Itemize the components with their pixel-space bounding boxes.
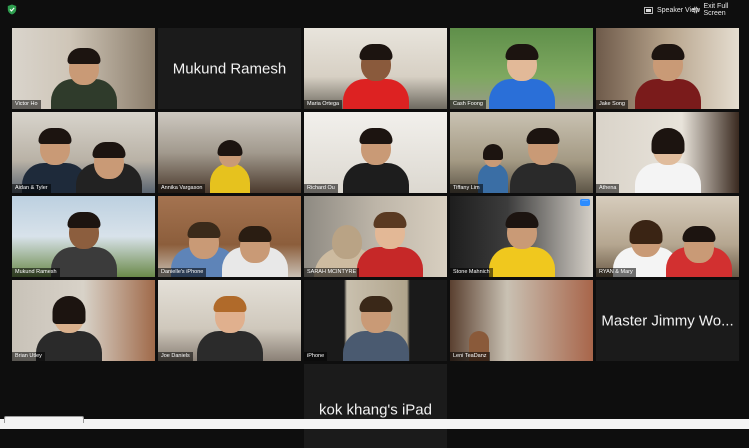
participant-video bbox=[74, 131, 144, 193]
participant-video bbox=[49, 47, 119, 109]
participant-tile[interactable]: Victor Ho bbox=[12, 28, 155, 109]
participant-video bbox=[195, 296, 265, 361]
participant-tile-active-speaker[interactable]: Tiffany Lim bbox=[450, 112, 593, 193]
bottom-bar bbox=[0, 419, 749, 429]
participant-name: Annika Vargason bbox=[158, 184, 206, 193]
bottom-tab[interactable] bbox=[4, 416, 84, 423]
participant-tile[interactable]: Mukund Ramesh bbox=[12, 196, 155, 277]
participant-name: kok khang's iPad bbox=[319, 401, 432, 419]
participant-video bbox=[341, 44, 411, 109]
participant-name: Jake Song bbox=[596, 100, 628, 109]
exit-full-screen-label: Exit Full Screen bbox=[703, 3, 729, 17]
participant-name: Tiffany Lim bbox=[450, 184, 483, 193]
participant-name: Joe Daniels bbox=[158, 352, 193, 361]
participant-video bbox=[341, 128, 411, 193]
participant-tile[interactable]: Cash Foong bbox=[450, 28, 593, 109]
participant-name: Richard Ou bbox=[304, 184, 338, 193]
participant-name: iPhone bbox=[304, 352, 328, 361]
more-options-icon[interactable]: ··· bbox=[580, 198, 590, 206]
participant-name: Stone Mahnich bbox=[450, 268, 493, 277]
participant-name: Maria Ortega bbox=[304, 100, 343, 109]
participant-name: Mukund Ramesh bbox=[172, 60, 287, 77]
participant-name: Danielle's iPhone bbox=[158, 268, 207, 277]
participant-tile-no-video[interactable]: Mukund Ramesh bbox=[158, 28, 301, 109]
participant-name: Cash Foong bbox=[450, 100, 486, 109]
speaker-view-icon bbox=[644, 6, 653, 14]
participant-name: SARAH MCINTYRE bbox=[304, 268, 360, 277]
participant-video bbox=[205, 131, 255, 193]
participant-video bbox=[633, 128, 703, 193]
participant-name: Brian Utley bbox=[12, 352, 45, 361]
exit-full-screen-icon bbox=[692, 6, 699, 14]
participant-tile[interactable]: Jake Song bbox=[596, 28, 739, 109]
participant-name: RYAN & Mary bbox=[596, 268, 636, 277]
participant-name: Athena bbox=[596, 184, 620, 193]
participant-tile[interactable]: Brian Utley bbox=[12, 280, 155, 361]
participant-tile-no-video[interactable]: kok khang's iPad bbox=[304, 364, 447, 448]
participant-tile[interactable]: Danielle's iPhone bbox=[158, 196, 301, 277]
meeting-top-bar: Speaker View Exit Full Screen bbox=[0, 0, 749, 20]
participant-video bbox=[508, 128, 578, 193]
participant-name: Mukund Ramesh bbox=[12, 268, 60, 277]
exit-full-screen-button[interactable]: Exit Full Screen bbox=[692, 3, 749, 17]
participant-tile[interactable]: SARAH MCINTYRE bbox=[304, 196, 447, 277]
participant-tile[interactable]: Leni TeaDanz bbox=[450, 280, 593, 361]
participant-tile[interactable]: Richard Ou bbox=[304, 112, 447, 193]
security-shield-icon[interactable] bbox=[7, 4, 17, 15]
participant-tile[interactable]: RYAN & Mary bbox=[596, 196, 739, 277]
participant-video bbox=[355, 212, 425, 277]
participant-tile[interactable]: Maria Ortega bbox=[304, 28, 447, 109]
participant-tile[interactable]: iPhone bbox=[304, 280, 447, 361]
participant-video bbox=[341, 296, 411, 361]
participant-name: Aidan & Tyler bbox=[12, 184, 51, 193]
participant-tile[interactable]: Aidan & Tyler bbox=[12, 112, 155, 193]
participant-video bbox=[633, 44, 703, 109]
participant-video bbox=[487, 212, 557, 277]
participant-tile[interactable]: Joe Daniels bbox=[158, 280, 301, 361]
participant-name: Leni TeaDanz bbox=[450, 352, 490, 361]
participant-name: Master Jimmy Wo... bbox=[601, 312, 734, 329]
participant-video bbox=[220, 215, 290, 277]
participant-video bbox=[487, 44, 557, 109]
participant-video bbox=[664, 215, 734, 277]
participant-tile[interactable]: ··· Stone Mahnich bbox=[450, 196, 593, 277]
participant-tile-no-video[interactable]: Master Jimmy Wo... bbox=[596, 280, 739, 361]
participant-tile[interactable]: Annika Vargason bbox=[158, 112, 301, 193]
participant-tile[interactable]: Athena bbox=[596, 112, 739, 193]
participant-name: Victor Ho bbox=[12, 100, 41, 109]
